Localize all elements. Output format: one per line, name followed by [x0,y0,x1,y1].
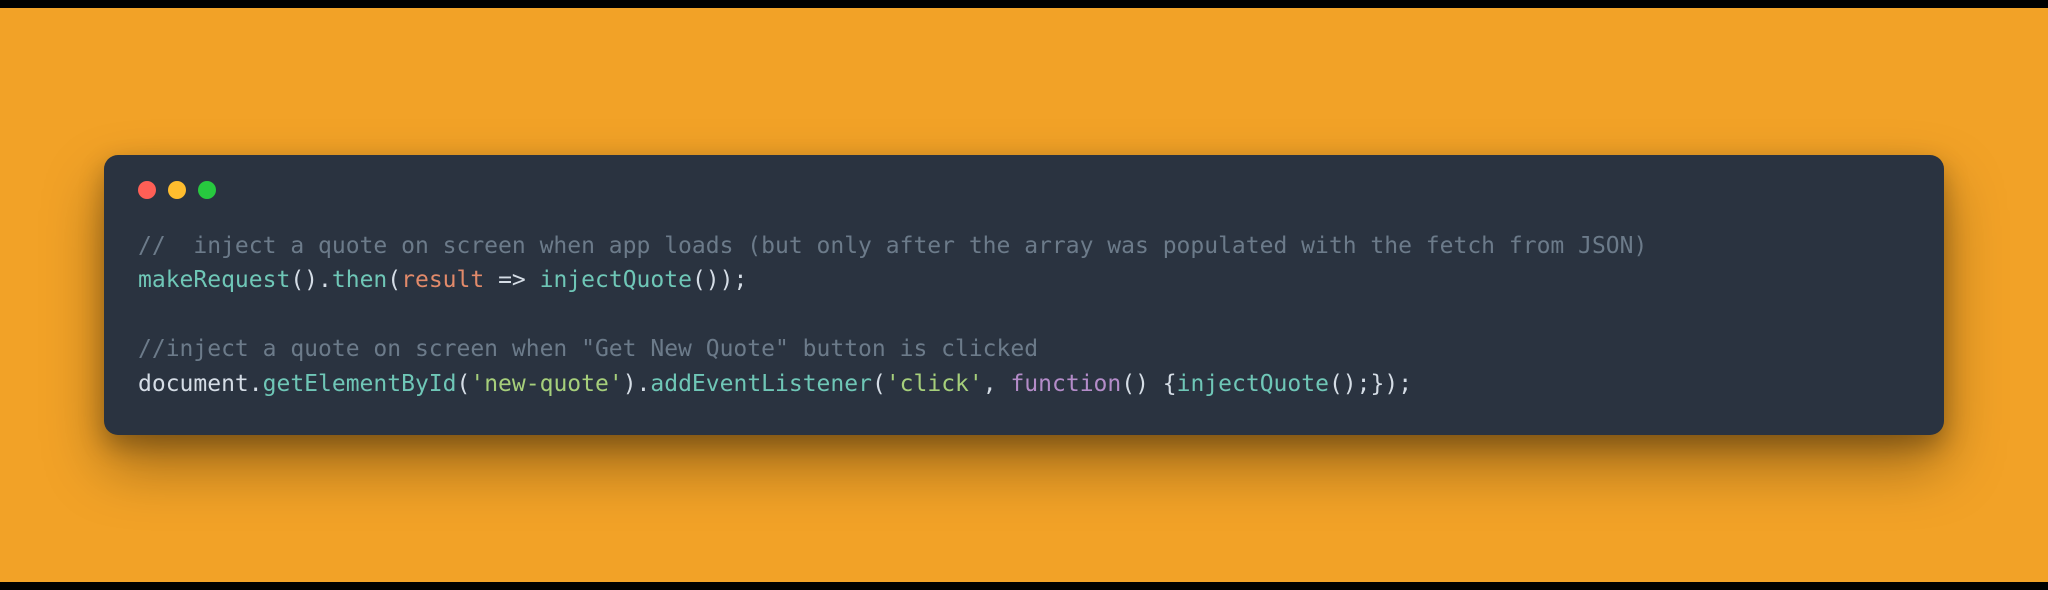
code-token: then [332,267,387,293]
code-token: injectQuote [1177,371,1329,397]
code-token: ( [387,267,401,293]
code-token: () { [1121,371,1176,397]
close-icon[interactable] [138,181,156,199]
code-token: ()); [692,267,747,293]
code-window: // inject a quote on screen when app loa… [104,155,1944,436]
code-token: 'new-quote' [470,371,622,397]
code-token: ( [872,371,886,397]
maximize-icon[interactable] [198,181,216,199]
code-token: getElementById [263,371,457,397]
code-token: addEventListener [650,371,872,397]
minimize-icon[interactable] [168,181,186,199]
code-token: document. [138,371,263,397]
code-token: ();}); [1329,371,1412,397]
page-background: // inject a quote on screen when app loa… [0,8,2048,582]
code-token: function [1010,371,1121,397]
window-controls [138,181,1910,199]
code-token: (). [290,267,332,293]
code-token: ( [457,371,471,397]
code-token: //inject a quote on screen when "Get New… [138,336,1038,362]
code-token: makeRequest [138,267,290,293]
code-token: , [983,371,1011,397]
code-token: // inject a quote on screen when app loa… [138,233,1647,259]
code-token: result [401,267,484,293]
code-block: // inject a quote on screen when app loa… [138,229,1910,402]
code-token: => [484,267,539,293]
code-token: injectQuote [540,267,692,293]
code-token: 'click' [886,371,983,397]
code-token: ). [623,371,651,397]
